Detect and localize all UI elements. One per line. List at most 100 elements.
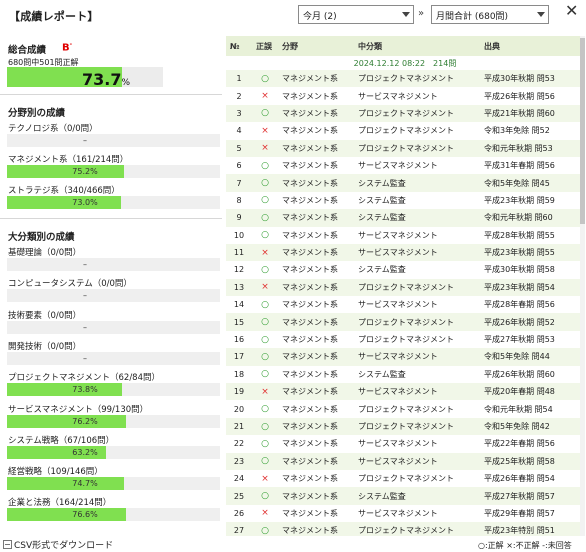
table-row[interactable]: 18 ○ マネジメント系 システム監査 平成26年秋期 問60 bbox=[226, 365, 580, 384]
result-mark: × bbox=[252, 383, 278, 401]
field-cell: マネジメント系 bbox=[278, 487, 354, 505]
major-score-bar: 74.7% bbox=[7, 477, 220, 491]
correct-icon: ○ bbox=[261, 351, 269, 362]
incorrect-icon: × bbox=[261, 143, 269, 154]
correct-icon: ○ bbox=[261, 421, 269, 432]
subcategory-cell: プロジェクトマネジメント bbox=[354, 330, 480, 349]
field-cell: マネジメント系 bbox=[278, 174, 354, 192]
table-row[interactable]: 16 ○ マネジメント系 プロジェクトマネジメント 平成27年秋期 問53 bbox=[226, 330, 580, 349]
table-row[interactable]: 6 ○ マネジメント系 サービスマネジメント 平成31年春期 問56 bbox=[226, 156, 580, 175]
table-row[interactable]: 23 ○ マネジメント系 サービスマネジメント 平成25年秋期 問58 bbox=[226, 452, 580, 470]
result-mark: × bbox=[252, 504, 278, 523]
source-cell: 平成26年春期 問54 bbox=[480, 469, 580, 488]
source-cell: 平成31年春期 問56 bbox=[480, 156, 580, 175]
row-number: 19 bbox=[226, 383, 252, 401]
table-row[interactable]: 22 ○ マネジメント系 サービスマネジメント 平成22年春期 問56 bbox=[226, 435, 580, 453]
table-row[interactable]: 11 × マネジメント系 サービスマネジメント 平成23年秋期 問55 bbox=[226, 243, 580, 262]
table-row[interactable]: 26 × マネジメント系 サービスマネジメント 平成29年春期 問57 bbox=[226, 504, 580, 523]
scrollbar-thumb[interactable] bbox=[580, 38, 585, 224]
row-number: 5 bbox=[226, 139, 252, 157]
row-number: 23 bbox=[226, 452, 252, 470]
major-score-percent: – bbox=[83, 260, 87, 269]
major-score-label: 企業と法務（164/214問） bbox=[8, 498, 112, 509]
divider bbox=[0, 218, 222, 219]
source-cell: 平成28年春期 問56 bbox=[480, 296, 580, 314]
source-cell: 平成27年秋期 問57 bbox=[480, 487, 580, 505]
table-row[interactable]: 12 ○ マネジメント系 システム監査 平成30年秋期 問58 bbox=[226, 261, 580, 279]
subcategory-cell: サービスマネジメント bbox=[354, 452, 480, 470]
period-select[interactable]: 今月 (2) bbox=[298, 5, 414, 24]
table-row[interactable]: 20 ○ マネジメント系 プロジェクトマネジメント 令和元年秋期 問54 bbox=[226, 400, 580, 418]
correct-icon: ○ bbox=[261, 108, 269, 119]
major-score-label: 開発技術（0/0問） bbox=[8, 341, 82, 352]
subcategory-cell: システム監査 bbox=[354, 174, 480, 192]
source-cell: 令和元年秋期 問54 bbox=[480, 400, 580, 418]
table-row[interactable]: 2 × マネジメント系 サービスマネジメント 平成26年秋期 問56 bbox=[226, 87, 580, 105]
table-row[interactable]: 15 ○ マネジメント系 プロジェクトマネジメント 平成26年秋期 問52 bbox=[226, 313, 580, 331]
correct-icon: ○ bbox=[261, 160, 269, 171]
table-row[interactable]: 25 ○ マネジメント系 システム監査 平成27年秋期 問57 bbox=[226, 487, 580, 505]
row-number: 24 bbox=[226, 469, 252, 488]
scope-select[interactable]: 月間合計 (680問) bbox=[431, 5, 549, 24]
field-heading: 分野別の成績 bbox=[8, 108, 66, 119]
correct-icon: ○ bbox=[261, 334, 269, 345]
correct-icon: ○ bbox=[261, 299, 269, 310]
result-mark: ○ bbox=[252, 435, 278, 453]
correct-icon: ○ bbox=[261, 264, 269, 275]
subcategory-cell: サービスマネジメント bbox=[354, 243, 480, 262]
major-score-label: サービスマネジメント（99/130問） bbox=[8, 404, 149, 415]
close-icon[interactable]: ✕ bbox=[565, 3, 578, 19]
subcategory-cell: プロジェクトマネジメント bbox=[354, 469, 480, 488]
correct-icon: ○ bbox=[261, 456, 269, 467]
field-cell: マネジメント系 bbox=[278, 400, 354, 418]
row-number: 8 bbox=[226, 191, 252, 210]
major-score-percent: 63.2% bbox=[72, 447, 98, 457]
table-row[interactable]: 27 ○ マネジメント系 プロジェクトマネジメント 平成23年特別 問51 bbox=[226, 522, 580, 536]
source-cell: 令和5年免除 問45 bbox=[480, 174, 580, 192]
major-heading: 大分類別の成績 bbox=[8, 232, 75, 243]
csv-download-link[interactable]: CSV形式でダウンロード bbox=[3, 538, 113, 551]
incorrect-icon: × bbox=[261, 473, 269, 484]
overall-heading: 総合成績 bbox=[8, 45, 47, 56]
major-score-percent: 73.8% bbox=[72, 385, 98, 395]
subcategory-cell: プロジェクトマネジメント bbox=[354, 139, 480, 157]
separator-icon: » bbox=[418, 8, 425, 19]
major-score-label: プロジェクトマネジメント（62/84問） bbox=[8, 373, 160, 384]
table-row[interactable]: 9 ○ マネジメント系 システム監査 令和元年秋期 問60 bbox=[226, 209, 580, 227]
download-icon bbox=[3, 540, 12, 549]
source-cell: 平成25年秋期 問58 bbox=[480, 452, 580, 470]
table-row[interactable]: 4 × マネジメント系 プロジェクトマネジメント 令和3年免除 問52 bbox=[226, 122, 580, 140]
field-cell: マネジメント系 bbox=[278, 243, 354, 262]
table-row[interactable]: 3 ○ マネジメント系 プロジェクトマネジメント 平成21年秋期 問60 bbox=[226, 104, 580, 123]
field-cell: マネジメント系 bbox=[278, 191, 354, 210]
table-row[interactable]: 1 ○ マネジメント系 プロジェクトマネジメント 平成30年秋期 問53 bbox=[226, 70, 580, 88]
major-score-percent: 76.6% bbox=[72, 510, 98, 520]
col-header-subcategory: 中分類 bbox=[354, 36, 480, 56]
incorrect-icon: × bbox=[261, 247, 269, 258]
table-scrollbar[interactable] bbox=[580, 36, 585, 536]
table-row[interactable]: 10 ○ マネジメント系 サービスマネジメント 平成28年秋期 問55 bbox=[226, 226, 580, 244]
table-row[interactable]: 24 × マネジメント系 プロジェクトマネジメント 平成26年春期 問54 bbox=[226, 469, 580, 488]
row-number: 6 bbox=[226, 156, 252, 175]
table-row[interactable]: 13 × マネジメント系 プロジェクトマネジメント 平成23年秋期 問54 bbox=[226, 278, 580, 297]
correct-icon: ○ bbox=[261, 317, 269, 328]
table-row[interactable]: 7 ○ マネジメント系 システム監査 令和5年免除 問45 bbox=[226, 174, 580, 192]
report-title: 【成績レポート】 bbox=[9, 10, 99, 23]
table-row[interactable]: 19 × マネジメント系 サービスマネジメント 平成20年春期 問48 bbox=[226, 383, 580, 401]
correct-icon: ○ bbox=[261, 525, 269, 536]
subcategory-cell: サービスマネジメント bbox=[354, 226, 480, 244]
table-row[interactable]: 8 ○ マネジメント系 システム監査 平成23年秋期 問59 bbox=[226, 191, 580, 210]
source-cell: 平成28年秋期 問55 bbox=[480, 226, 580, 244]
header-bar: 【成績レポート】 今月 (2) » 月間合計 (680問) ✕ bbox=[0, 0, 586, 30]
table-row[interactable]: 17 ○ マネジメント系 サービスマネジメント 令和5年免除 問44 bbox=[226, 348, 580, 366]
table-row[interactable]: 5 × マネジメント系 プロジェクトマネジメント 令和元年秋期 問53 bbox=[226, 139, 580, 157]
field-cell: マネジメント系 bbox=[278, 226, 354, 244]
result-mark: × bbox=[252, 469, 278, 488]
correct-icon: ○ bbox=[261, 195, 269, 206]
source-cell: 令和3年免除 問52 bbox=[480, 122, 580, 140]
field-cell: マネジメント系 bbox=[278, 504, 354, 523]
subcategory-cell: サービスマネジメント bbox=[354, 156, 480, 175]
table-row[interactable]: 14 ○ マネジメント系 サービスマネジメント 平成28年春期 問56 bbox=[226, 296, 580, 314]
row-number: 17 bbox=[226, 348, 252, 366]
table-row[interactable]: 21 ○ マネジメント系 プロジェクトマネジメント 令和5年免除 問42 bbox=[226, 417, 580, 436]
